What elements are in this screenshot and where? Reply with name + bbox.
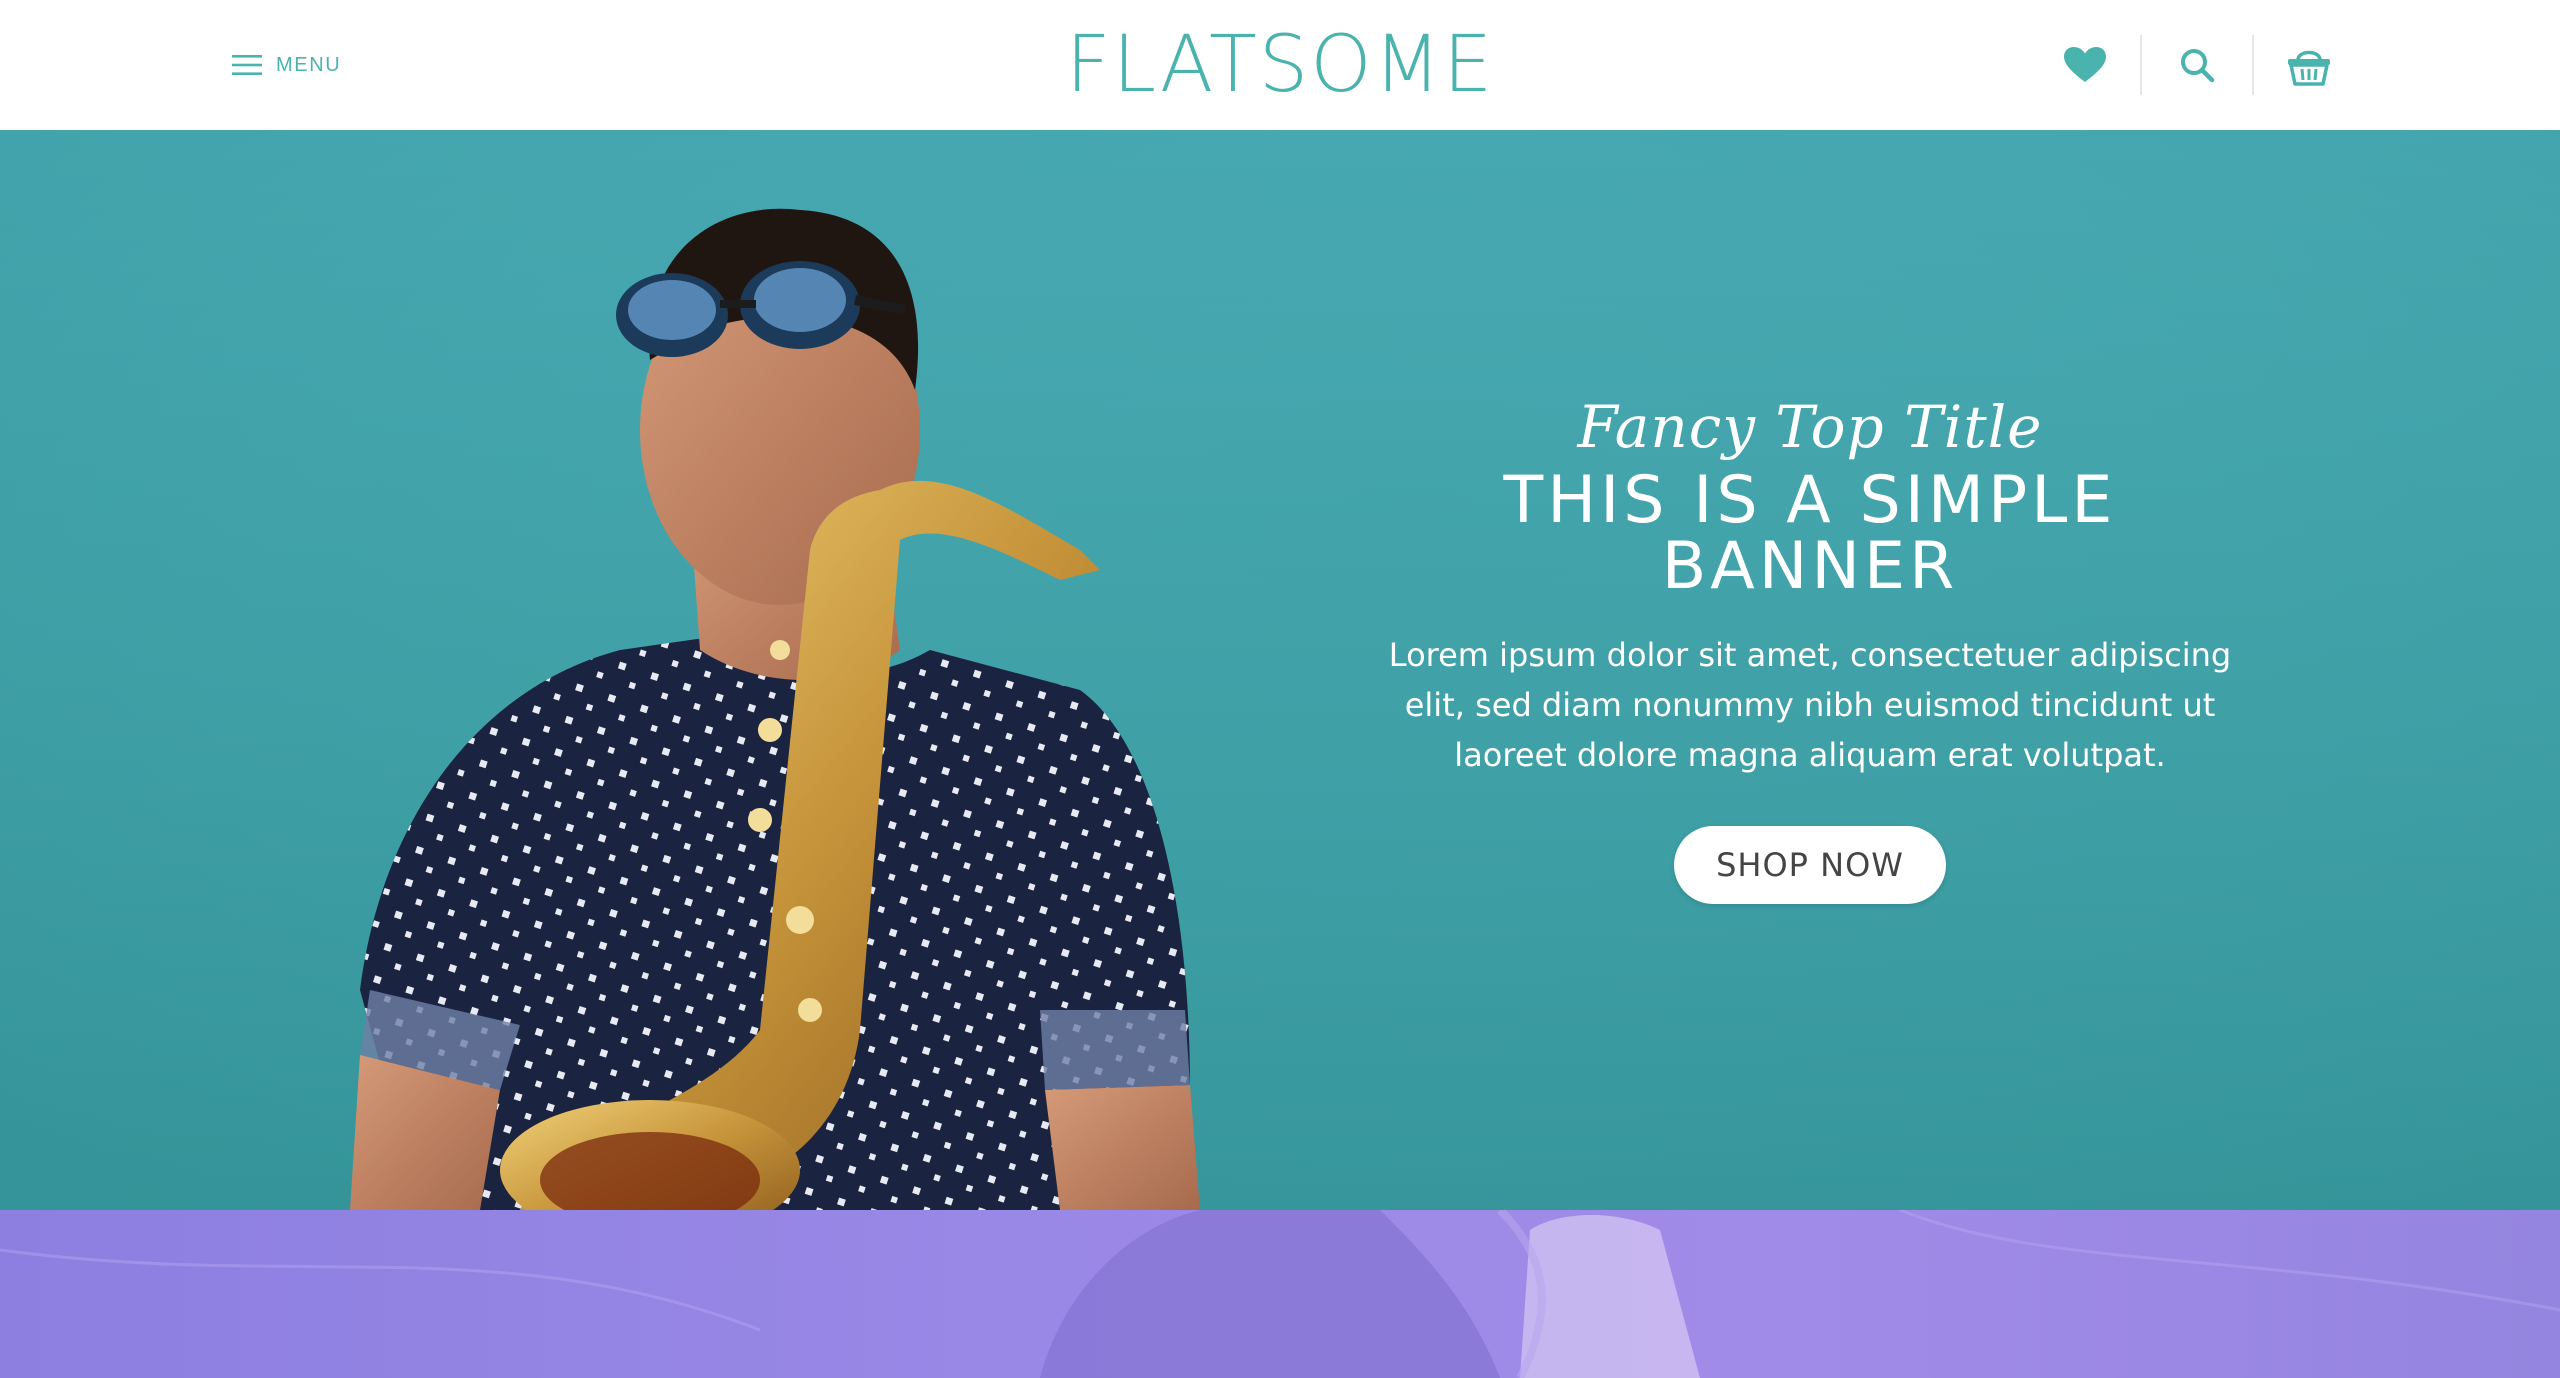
hero-content: Fancy Top Title THIS IS A SIMPLE BANNER … <box>1350 390 2270 904</box>
menu-button[interactable]: MENU <box>232 48 341 82</box>
hero-title: THIS IS A SIMPLE BANNER <box>1503 463 2117 604</box>
site-header: MENU FLATSOME <box>0 0 2560 130</box>
cart-button[interactable] <box>2278 34 2340 96</box>
heart-icon <box>2064 47 2106 82</box>
menu-label: MENU <box>276 53 342 76</box>
header-icons <box>2054 34 2340 96</box>
second-banner-photo <box>0 1210 2560 1378</box>
search-icon <box>2181 49 2215 83</box>
shop-now-button[interactable]: SHOP NOW <box>1674 826 1946 904</box>
basket-icon <box>2288 50 2330 86</box>
hero-banner: Fancy Top Title THIS IS A SIMPLE BANNER … <box>0 130 2560 1210</box>
hamburger-icon <box>232 55 262 75</box>
hero-fancy-title: Fancy Top Title <box>1577 393 2043 461</box>
header-divider <box>2252 35 2254 95</box>
second-banner <box>0 1210 2560 1378</box>
wishlist-button[interactable] <box>2054 34 2116 96</box>
header-divider <box>2140 35 2142 95</box>
site-logo[interactable]: FLATSOME <box>1066 20 1495 110</box>
search-button[interactable] <box>2166 34 2228 96</box>
hero-text: Lorem ipsum dolor sit amet, consectetuer… <box>1388 636 2232 774</box>
